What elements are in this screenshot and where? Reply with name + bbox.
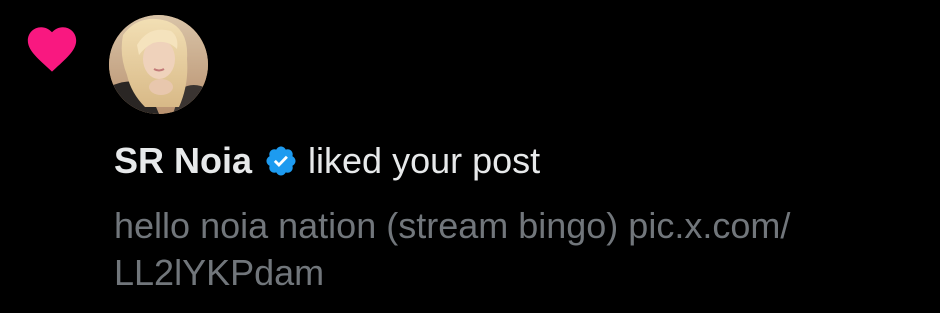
avatar-photo xyxy=(109,15,208,114)
post-link-text: LL2lYKPdam xyxy=(114,252,325,293)
user-name-link[interactable]: SR Noia xyxy=(114,140,252,182)
post-preview[interactable]: hello noia nation (stream bingo) pic.x.c… xyxy=(114,202,934,296)
avatar[interactable] xyxy=(109,15,208,114)
notification-header: SR Noia liked your post xyxy=(114,136,540,186)
action-text: liked your post xyxy=(308,140,541,181)
post-text-line: hello noia nation (stream bingo) pic.x.c… xyxy=(114,205,791,246)
verified-badge-icon xyxy=(266,146,296,176)
heart-icon xyxy=(27,27,77,72)
like-notification[interactable]: SR Noia liked your post hello noia natio… xyxy=(0,0,940,313)
